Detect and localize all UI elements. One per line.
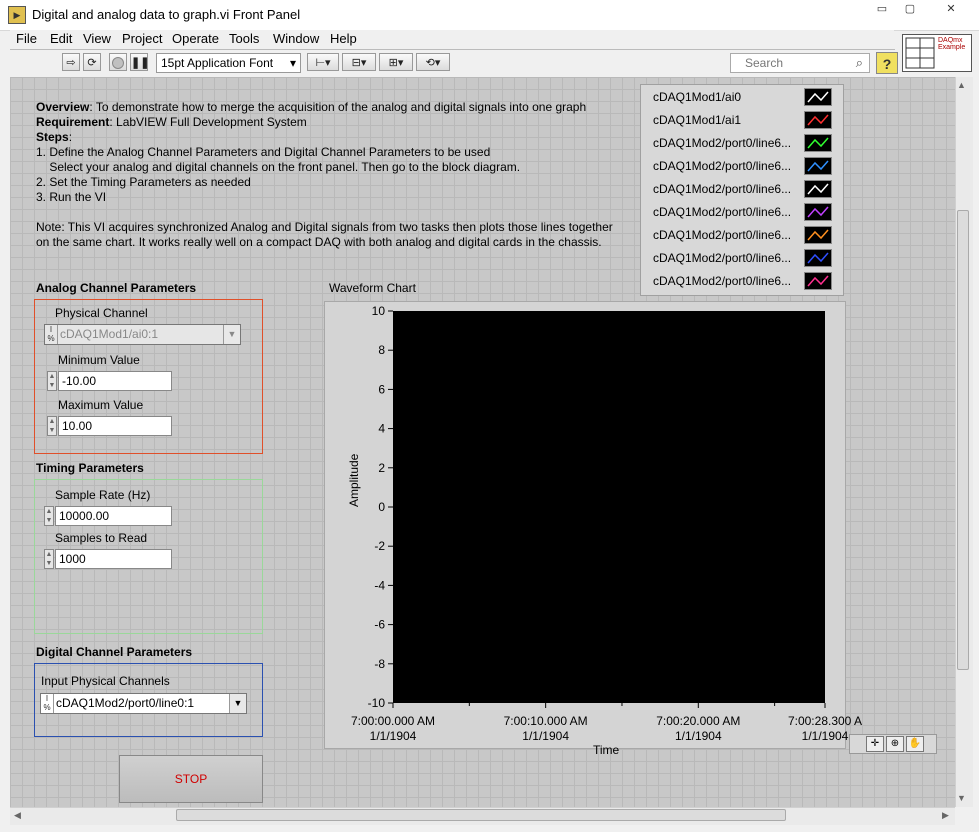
run-continuously-icon[interactable]: ⟳ (83, 53, 101, 71)
legend-line-swatch-icon (804, 134, 832, 152)
legend-series-name: cDAQ1Mod2/port0/line6... (653, 251, 792, 265)
x-tick-time-label: 7:00:10.000 AM (504, 714, 588, 728)
close-button[interactable]: ✕ (933, 2, 969, 18)
title-bar: ▶ Digital and analog data to graph.vi Fr… (0, 0, 979, 31)
y-tick-label: 4 (378, 422, 385, 436)
search-box[interactable]: Search ⌕ (730, 53, 870, 73)
menu-bar: File Edit View Project Operate Tools Win… (10, 30, 894, 49)
vertical-scroll-thumb[interactable] (957, 210, 969, 670)
legend-line-swatch-icon (804, 157, 832, 175)
legend-row[interactable]: cDAQ1Mod2/port0/line6... (641, 247, 845, 270)
y-tick-label: 8 (378, 343, 385, 357)
legend-line-swatch-icon (804, 111, 832, 129)
y-tick-label: -2 (374, 539, 385, 553)
x-tick-date-label: 1/1/1904 (802, 729, 849, 743)
maximize-button[interactable]: ▢ (897, 2, 923, 18)
legend-row[interactable]: cDAQ1Mod2/port0/line6... (641, 178, 845, 201)
reorder-icon[interactable]: ⟲▾ (416, 53, 450, 71)
legend-series-name: cDAQ1Mod1/ai0 (653, 90, 742, 104)
y-tick-label: 2 (378, 461, 385, 475)
y-tick-label: 6 (378, 382, 385, 396)
legend-row[interactable]: cDAQ1Mod2/port0/line6... (641, 201, 845, 224)
zoom-icon[interactable]: ⊕ (886, 736, 904, 752)
graph-palette: ✛ ⊕ ✋ (849, 734, 937, 754)
abort-execution-icon[interactable] (109, 53, 127, 71)
legend-line-swatch-icon (804, 180, 832, 198)
y-tick-label: -6 (374, 618, 385, 632)
legend-line-swatch-icon (804, 203, 832, 221)
y-tick-label: 10 (372, 304, 386, 318)
font-select-value: 15pt Application Font (161, 56, 274, 70)
legend-series-name: cDAQ1Mod2/port0/line6... (653, 159, 792, 173)
legend-row[interactable]: cDAQ1Mod2/port0/line6... (641, 270, 845, 293)
x-tick-time-label: 7:00:20.000 AM (656, 714, 740, 728)
y-tick-label: -8 (374, 657, 385, 671)
legend-line-swatch-icon (804, 226, 832, 244)
resize-objects-icon[interactable]: ⊞▾ (379, 53, 413, 71)
legend-line-swatch-icon (804, 272, 832, 290)
y-axis-label: Amplitude (347, 453, 361, 507)
vi-icon: DAQmx Example (902, 34, 972, 72)
scroll-left-icon[interactable]: ◀ (14, 810, 21, 821)
front-panel: Overview: To demonstrate how to merge th… (10, 77, 955, 807)
menu-tools[interactable]: Tools (229, 31, 259, 46)
chevron-down-icon: ▾ (289, 56, 296, 70)
menu-file[interactable]: File (16, 31, 37, 46)
y-tick-label: -4 (374, 578, 385, 592)
legend-row[interactable]: cDAQ1Mod1/ai1 (641, 109, 845, 132)
cursor-move-icon[interactable]: ✛ (866, 736, 884, 752)
font-select[interactable]: 15pt Application Font ▾ (156, 53, 301, 73)
align-objects-icon[interactable]: ⊢▾ (307, 53, 339, 71)
window-title: Digital and analog data to graph.vi Fron… (32, 7, 301, 22)
x-tick-date-label: 1/1/1904 (370, 729, 417, 743)
menu-help[interactable]: Help (330, 31, 357, 46)
y-tick-label: 0 (378, 500, 385, 514)
legend-series-name: cDAQ1Mod2/port0/line6... (653, 205, 792, 219)
legend-row[interactable]: cDAQ1Mod2/port0/line6... (641, 155, 845, 178)
legend-series-name: cDAQ1Mod2/port0/line6... (653, 182, 792, 196)
search-icon[interactable]: ⌕ (856, 55, 863, 71)
menu-view[interactable]: View (83, 31, 111, 46)
search-input[interactable]: Search (745, 56, 783, 70)
menu-project[interactable]: Project (122, 31, 162, 46)
pause-icon[interactable]: ❚❚ (130, 53, 149, 71)
legend-series-name: cDAQ1Mod2/port0/line6... (653, 136, 792, 150)
legend-line-swatch-icon (804, 88, 832, 106)
legend-row[interactable]: cDAQ1Mod1/ai0 (641, 86, 845, 109)
menu-edit[interactable]: Edit (50, 31, 72, 46)
plot-legend[interactable]: cDAQ1Mod1/ai0 cDAQ1Mod1/ai1 cDAQ1Mod2/port… (640, 84, 844, 296)
scroll-up-icon[interactable]: ▲ (957, 80, 966, 90)
context-help-button[interactable]: ? (876, 52, 898, 74)
legend-row[interactable]: cDAQ1Mod2/port0/line6... (641, 224, 845, 247)
legend-series-name: cDAQ1Mod1/ai1 (653, 113, 742, 127)
labview-app-icon: ▶ (8, 6, 26, 24)
menu-window[interactable]: Window (273, 31, 319, 46)
x-tick-time-label: 7:00:28.300 A (788, 714, 862, 728)
legend-line-swatch-icon (804, 249, 832, 267)
legend-series-name: cDAQ1Mod2/port0/line6... (653, 228, 792, 242)
legend-series-name: cDAQ1Mod2/port0/line6... (653, 274, 792, 288)
x-tick-date-label: 1/1/1904 (522, 729, 569, 743)
distribute-objects-icon[interactable]: ⊟▾ (342, 53, 376, 71)
x-tick-time-label: 7:00:00.000 AM (351, 714, 435, 728)
x-axis-label: Time (593, 743, 620, 757)
scroll-right-icon[interactable]: ▶ (942, 810, 949, 821)
y-tick-label: -10 (368, 696, 386, 710)
example-icon-text: DAQmx Example (938, 37, 966, 51)
x-tick-date-label: 1/1/1904 (675, 729, 722, 743)
run-arrow-icon[interactable]: ⇨ (62, 53, 80, 71)
horizontal-scroll-thumb[interactable] (176, 809, 786, 821)
minimize-button[interactable]: ▭ (869, 2, 895, 18)
scroll-down-icon[interactable]: ▼ (957, 793, 966, 803)
menu-operate[interactable]: Operate (172, 31, 219, 46)
legend-row[interactable]: cDAQ1Mod2/port0/line6... (641, 132, 845, 155)
pan-hand-icon[interactable]: ✋ (906, 736, 924, 752)
